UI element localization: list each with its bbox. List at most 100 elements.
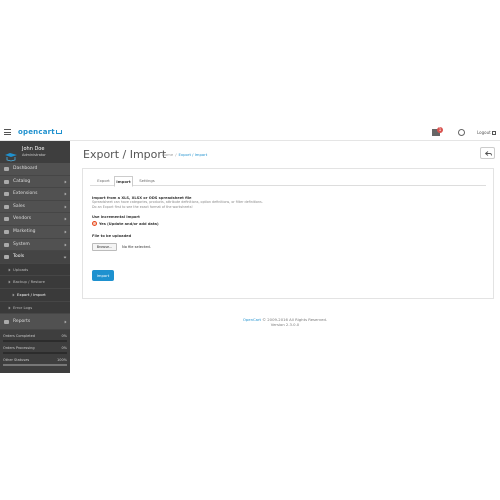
sidebar-item-reports[interactable]: Reports [0, 314, 70, 331]
sidebar-subitem-backup-restore[interactable]: Backup / Restore [0, 276, 70, 289]
tab-import[interactable]: Import [114, 176, 133, 187]
hamburger-menu-icon[interactable] [4, 129, 11, 135]
stat-value: 0% [61, 334, 67, 339]
sidebar-subitem-label: Uploads [13, 266, 29, 272]
chevron-right-icon [63, 217, 67, 221]
sidebar-item-label: Vendors [13, 216, 32, 222]
radio-label: Yes (Update and/or add data) [99, 221, 159, 226]
cart-icon [4, 204, 9, 209]
chevron-right-icon [63, 180, 67, 184]
tab-settings[interactable]: Settings [135, 176, 159, 186]
stat-other-statuses: Other Statuses 100% [3, 358, 67, 367]
breadcrumb-separator: / [175, 152, 177, 157]
browse-button[interactable]: Browse... [92, 243, 117, 252]
footer-copyright: © 2009-2016 All Rights Reserved. [262, 317, 328, 322]
sidebar-item-marketing[interactable]: Marketing [0, 226, 70, 239]
sidebar-item-label: Catalog [13, 178, 31, 184]
cart-icon [55, 130, 62, 134]
sidebar-item-tools[interactable]: Tools [0, 251, 70, 264]
back-button[interactable] [480, 147, 495, 159]
incremental-label: Use incremental Import [92, 215, 140, 220]
chevron-down-icon [63, 255, 67, 259]
import-button[interactable]: Import [92, 270, 114, 281]
puzzle-icon [4, 192, 9, 197]
breadcrumb-current[interactable]: Export / Import [179, 152, 208, 157]
export-import-panel: Export Import Settings Import from a XLS… [82, 168, 494, 299]
profile-name: John Doe [22, 146, 45, 152]
incremental-yes-radio[interactable] [92, 221, 97, 227]
wrench-icon [4, 255, 9, 260]
sidebar-item-extensions[interactable]: Extensions [0, 188, 70, 201]
sidebar-subitem-export-import[interactable]: Export / Import [0, 288, 70, 302]
sidebar-item-label: Reports [13, 319, 31, 325]
chevron-right-icon [7, 306, 11, 309]
share-icon [4, 229, 9, 234]
footer-brand-link[interactable]: OpenCart [243, 317, 261, 322]
sidebar-subitem-label: Error Logs [13, 304, 33, 310]
progress-bar [3, 364, 67, 367]
sidebar-item-dashboard[interactable]: Dashboard [0, 163, 70, 176]
main-content: Export / Import Home / Export / Import Exp… [70, 141, 500, 373]
chevron-right-icon [63, 205, 67, 209]
chevron-right-icon [63, 230, 67, 234]
sidebar-item-label: Sales [13, 203, 25, 209]
footer-version: Version 2.3.0.0 [270, 322, 300, 328]
logout-link[interactable]: Logout [477, 130, 496, 135]
chevron-right-icon [7, 268, 11, 272]
sidebar-item-catalog[interactable]: Catalog [0, 176, 70, 189]
stat-value: 0% [61, 346, 67, 351]
progress-bar [3, 340, 67, 343]
logo-text: opencart [18, 128, 55, 136]
sidebar-item-label: Extensions [13, 191, 38, 197]
alert-badge: 1 [437, 127, 443, 133]
import-form: Import from a XLS, XLSX or ODS spreadshe… [92, 196, 482, 252]
gear-icon[interactable] [458, 129, 465, 136]
sidebar-item-label: Tools [13, 254, 25, 260]
sidebar: John Doe Administrator Dashboard Catalog… [0, 141, 70, 373]
sidebar-item-system[interactable]: System [0, 239, 70, 252]
opencart-logo[interactable]: opencart [18, 128, 62, 136]
sidebar-item-vendors[interactable]: Vendors [0, 213, 70, 226]
tab-bar: Export Import Settings [90, 176, 486, 187]
top-navbar: opencart 1 Logout [0, 125, 500, 141]
reply-icon [485, 151, 492, 156]
tag-icon [4, 179, 9, 184]
sidebar-subitem-label: Export / Import [17, 291, 46, 297]
no-file-text: No file selected. [122, 245, 151, 250]
profile-role: Administrator [22, 153, 46, 157]
stat-label: Orders Completed [3, 334, 35, 339]
avatar-logo-icon [4, 147, 18, 162]
chevron-right-icon [7, 280, 11, 284]
bar-chart-icon [4, 320, 9, 325]
progress-bar [3, 352, 67, 355]
order-stats: Orders Completed 0% Orders Processing 0% O… [0, 330, 70, 373]
stat-orders-completed: Orders Completed 0% [3, 334, 67, 343]
sign-out-icon [491, 131, 496, 135]
chevron-right-icon [11, 293, 15, 297]
stat-label: Orders Processing [3, 346, 35, 351]
tab-export[interactable]: Export [94, 176, 113, 186]
incremental-radio-row: Yes (Update and/or add data) [92, 221, 482, 227]
breadcrumb-home[interactable]: Home [162, 152, 173, 157]
user-profile[interactable]: John Doe Administrator [0, 141, 70, 163]
sidebar-subitem-error-logs[interactable]: Error Logs [0, 301, 70, 315]
breadcrumb: Home / Export / Import [162, 152, 207, 157]
import-help-text-2: Do an Export first to see the exact form… [92, 204, 193, 209]
sidebar-item-label: System [13, 241, 30, 247]
cog-icon [4, 242, 9, 247]
chevron-right-icon [63, 243, 67, 246]
chevron-right-icon [63, 320, 67, 324]
stat-label: Other Statuses [3, 358, 30, 363]
page-title: Export / Import [83, 148, 167, 161]
file-input-row: Browse... No file selected. [92, 243, 482, 252]
stat-value: 100% [56, 358, 67, 363]
sidebar-subitem-uploads[interactable]: Uploads [0, 263, 70, 277]
stat-orders-processing: Orders Processing 0% [3, 346, 67, 355]
logout-label: Logout [477, 130, 491, 135]
dashboard-icon [4, 167, 9, 171]
file-label: File to be uploaded [92, 234, 132, 239]
footer: OpenCart © 2009-2016 All Rights Reserved… [70, 317, 500, 328]
sidebar-item-label: Marketing [13, 228, 36, 234]
chevron-right-icon [63, 192, 67, 196]
sidebar-item-sales[interactable]: Sales [0, 201, 70, 214]
